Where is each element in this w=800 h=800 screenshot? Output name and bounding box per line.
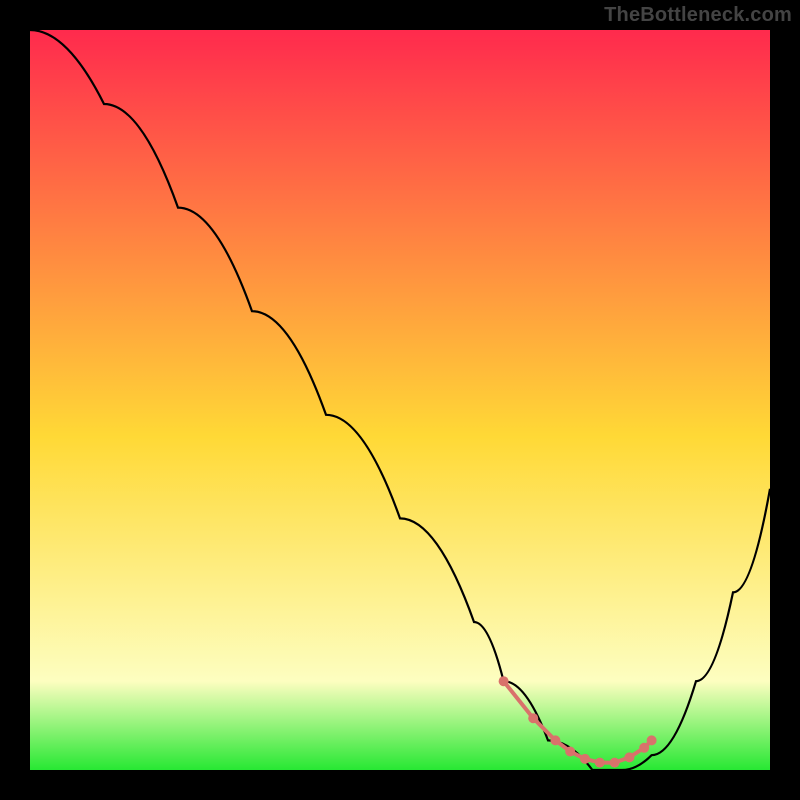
marker-dot bbox=[528, 713, 538, 723]
chart-svg bbox=[30, 30, 770, 770]
marker-dot bbox=[550, 735, 560, 745]
marker-dot bbox=[580, 754, 590, 764]
watermark-text: TheBottleneck.com bbox=[604, 4, 792, 27]
marker-dot bbox=[624, 752, 634, 762]
marker-dot bbox=[639, 743, 649, 753]
plot-area bbox=[30, 30, 770, 770]
marker-dot bbox=[565, 747, 575, 757]
gradient-background bbox=[30, 30, 770, 770]
marker-dot bbox=[647, 735, 657, 745]
marker-dot bbox=[595, 758, 605, 768]
marker-dot bbox=[610, 758, 620, 768]
chart-frame: TheBottleneck.com bbox=[0, 0, 800, 800]
marker-dot bbox=[499, 676, 509, 686]
